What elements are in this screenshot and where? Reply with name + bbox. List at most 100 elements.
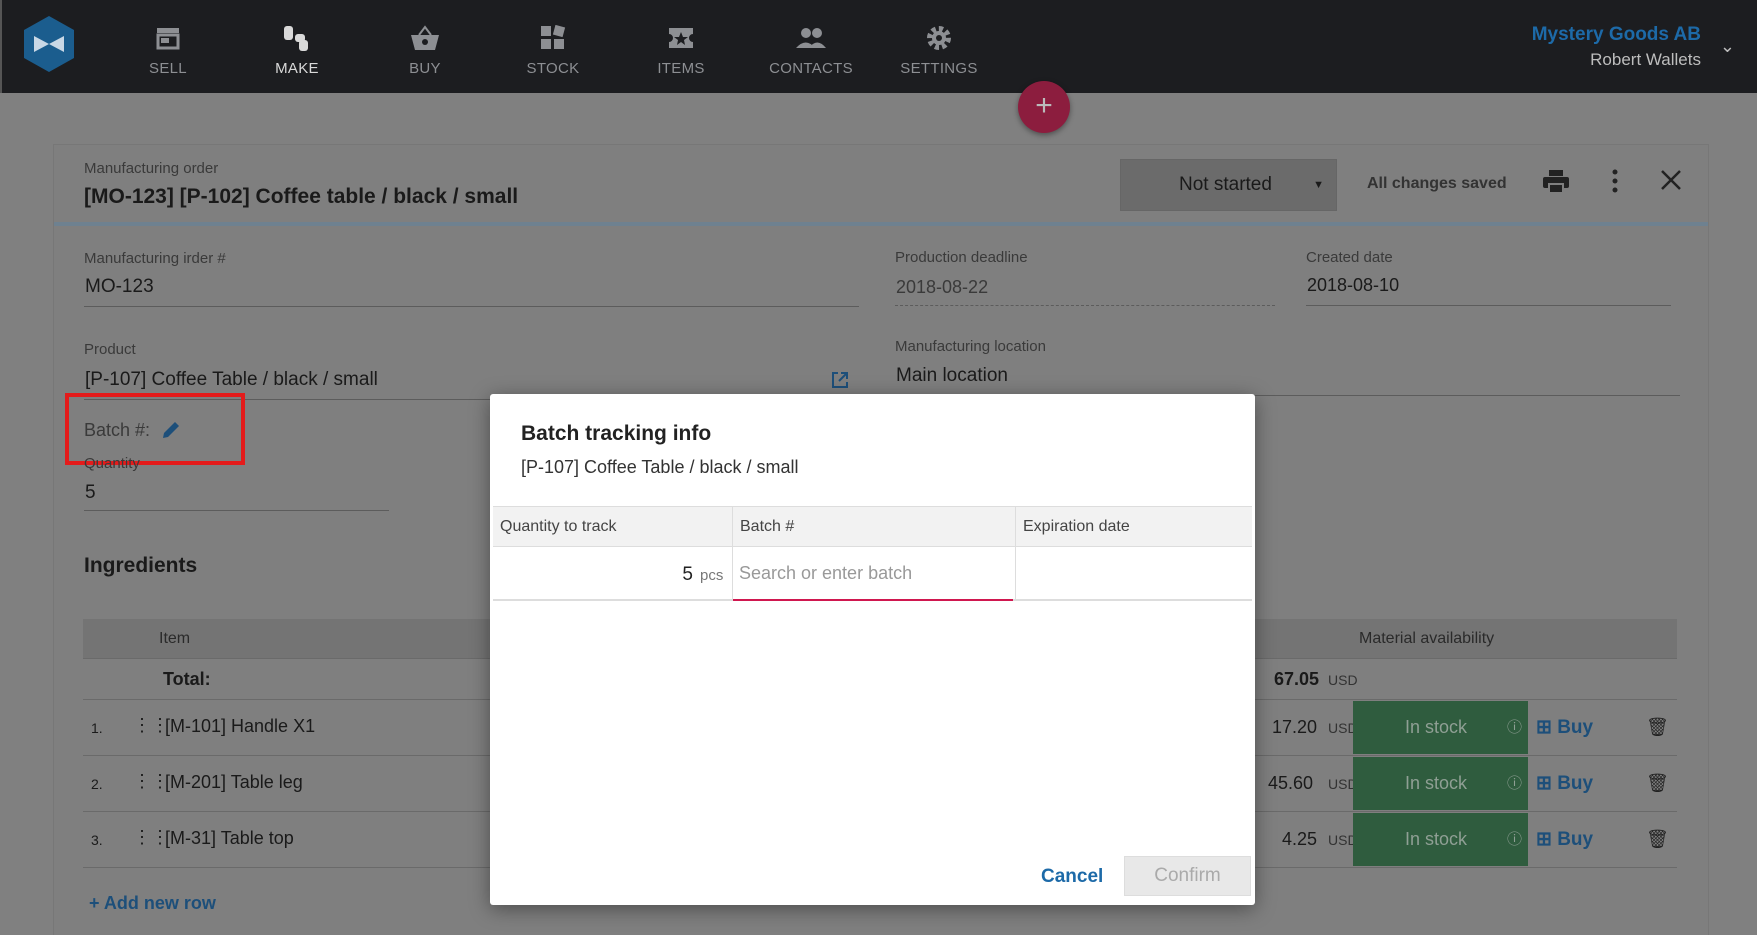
drag-handle-icon[interactable]: ⋮⋮ <box>133 715 169 736</box>
ingredient-cost: 17.20 <box>1272 717 1318 737</box>
deadline-underline <box>895 305 1275 306</box>
quantity-underline <box>84 510 389 511</box>
availability-badge[interactable]: In stock ⓘ <box>1353 757 1528 810</box>
drag-handle-icon[interactable]: ⋮⋮ <box>133 827 169 848</box>
deadline-field[interactable]: 2018-08-22 <box>896 277 988 298</box>
open-external-icon[interactable] <box>831 371 849 394</box>
account-switcher[interactable]: Mystery Goods AB Robert Wallets <box>1532 24 1701 70</box>
expiration-date-field[interactable] <box>1016 547 1252 601</box>
availability-badge[interactable]: In stock ⓘ <box>1353 813 1528 866</box>
delete-icon[interactable]: 🗑 <box>1646 829 1669 850</box>
add-box-icon: ⊞ <box>1536 773 1552 794</box>
total-label: Total: <box>163 669 211 689</box>
nav-settings-label: SETTINGS <box>900 60 978 77</box>
nav-contacts-label: CONTACTS <box>769 60 853 77</box>
status-label: Not started <box>1179 174 1272 195</box>
delete-icon[interactable]: 🗑 <box>1646 717 1669 738</box>
close-icon[interactable] <box>1660 169 1682 198</box>
nav-buy[interactable]: BUY <box>370 22 480 77</box>
info-icon[interactable]: ⓘ <box>1507 757 1522 810</box>
buy-button[interactable]: ⊞ Buy <box>1536 772 1593 795</box>
header-divider <box>54 222 1708 226</box>
created-date-underline <box>1306 305 1671 306</box>
buy-button[interactable]: ⊞ Buy <box>1536 716 1593 739</box>
info-icon[interactable]: ⓘ <box>1507 813 1522 866</box>
company-name: Mystery Goods AB <box>1531 24 1701 45</box>
availability-column-header: Material availability <box>1359 630 1495 647</box>
gear-icon <box>884 22 994 54</box>
mo-number-underline <box>84 306 859 307</box>
chevron-down-icon[interactable]: ⌄ <box>1720 36 1735 57</box>
batch-column-header: Batch # <box>740 518 795 535</box>
nav-buy-label: BUY <box>409 60 441 77</box>
store-icon <box>113 22 223 54</box>
nav-stock[interactable]: STOCK <box>498 22 608 77</box>
batch-tracking-dialog: Batch tracking info [P-107] Coffee Table… <box>490 394 1255 905</box>
edit-pencil-icon[interactable] <box>160 419 182 446</box>
total-currency: USD <box>1328 672 1358 688</box>
add-new-row-link[interactable]: + Add new row <box>89 893 216 914</box>
row-number: 3. <box>91 832 103 848</box>
nav-stock-label: STOCK <box>526 60 580 77</box>
qty-unit: pcs <box>700 567 724 584</box>
info-icon[interactable]: ⓘ <box>1507 701 1522 754</box>
nav-make-label: MAKE <box>275 60 319 77</box>
qty-column-header: Quantity to track <box>500 518 617 535</box>
ingredient-cost: 45.60 <box>1268 773 1314 793</box>
status-dropdown[interactable]: Not started ▼ <box>1120 159 1337 211</box>
app-logo-icon[interactable] <box>24 16 74 72</box>
caret-down-icon: ▼ <box>1313 179 1324 191</box>
row-number: 1. <box>91 720 103 736</box>
confirm-button[interactable]: Confirm <box>1124 856 1251 896</box>
create-new-button[interactable]: + <box>1018 81 1070 133</box>
location-field[interactable]: Main location <box>896 365 1008 387</box>
quantity-field[interactable]: 5 <box>85 482 96 504</box>
availability-label: In stock <box>1405 829 1468 849</box>
batch-row: 5 pcs <box>493 547 1252 601</box>
nav-sell-label: SELL <box>149 60 187 77</box>
nav-settings[interactable]: SETTINGS <box>884 22 994 77</box>
expiry-column-header: Expiration date <box>1023 518 1130 535</box>
more-vertical-icon[interactable] <box>1611 169 1619 200</box>
print-icon[interactable] <box>1542 169 1570 202</box>
top-navigation: SELL MAKE BUY STOCK ITEMS CONTACTS SETTI… <box>0 0 1757 93</box>
basket-icon <box>370 22 480 54</box>
ingredient-name[interactable]: [M-201] Table leg <box>165 772 303 793</box>
qty-to-track-value[interactable]: 5 <box>682 564 693 586</box>
batch-search-input[interactable] <box>733 547 1013 601</box>
availability-label: In stock <box>1405 773 1468 793</box>
order-caption: Manufacturing order <box>84 160 219 177</box>
user-name: Robert Wallets <box>1590 50 1701 69</box>
buy-button[interactable]: ⊞ Buy <box>1536 828 1593 851</box>
hands-icon <box>242 22 352 54</box>
ingredient-name[interactable]: [M-101] Handle X1 <box>165 716 315 737</box>
add-box-icon: ⊞ <box>1536 717 1552 738</box>
ingredient-name[interactable]: [M-31] Table top <box>165 828 294 849</box>
cancel-button[interactable]: Cancel <box>1041 866 1103 888</box>
availability-badge[interactable]: In stock ⓘ <box>1353 701 1528 754</box>
boxes-icon <box>498 22 608 54</box>
created-date-label: Created date <box>1306 249 1393 266</box>
row-number: 2. <box>91 776 103 792</box>
nav-sell[interactable]: SELL <box>113 22 223 77</box>
item-column-header: Item <box>159 630 191 647</box>
drag-handle-icon[interactable]: ⋮⋮ <box>133 771 169 792</box>
product-field[interactable]: [P-107] Coffee Table / black / small <box>85 369 378 391</box>
nav-items[interactable]: ITEMS <box>626 22 736 77</box>
batch-table-header: Quantity to track Batch # Expiration dat… <box>493 506 1252 547</box>
nav-make[interactable]: MAKE <box>242 22 352 77</box>
product-label: Product <box>84 341 136 358</box>
dialog-subtitle: [P-107] Coffee Table / black / small <box>521 457 799 477</box>
created-date-field[interactable]: 2018-08-10 <box>1307 275 1399 296</box>
availability-label: In stock <box>1405 717 1468 737</box>
quantity-label: Quantity <box>84 455 140 472</box>
deadline-label: Production deadline <box>895 249 1028 266</box>
delete-icon[interactable]: 🗑 <box>1646 773 1669 794</box>
location-label: Manufacturing location <box>895 338 1046 355</box>
buy-label: Buy <box>1557 773 1594 794</box>
mo-number-label: Manufacturing irder # <box>84 250 226 267</box>
mo-number-field[interactable]: MO-123 <box>85 276 154 298</box>
nav-contacts[interactable]: CONTACTS <box>756 22 866 77</box>
ingredient-cost: 4.25 <box>1282 829 1318 849</box>
dialog-title: Batch tracking info <box>521 422 712 445</box>
